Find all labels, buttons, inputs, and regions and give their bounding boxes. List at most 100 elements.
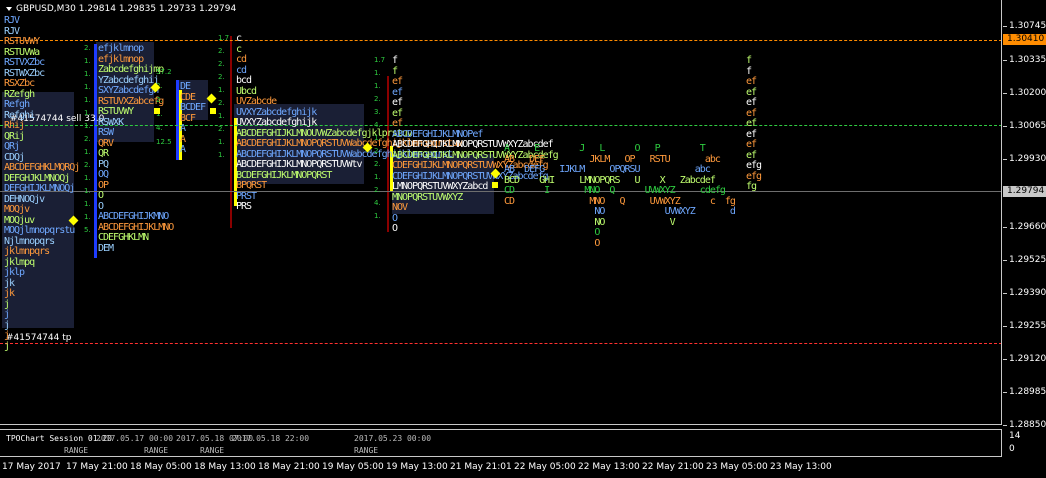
va-marker xyxy=(210,108,216,114)
tpo-count-number: 4. xyxy=(374,121,381,129)
tpo-count-number: 1. xyxy=(218,138,225,146)
tpo-count-number: 1. xyxy=(374,173,381,181)
tpo-row: c xyxy=(236,43,242,55)
tpo-count-number: 1.7 xyxy=(374,56,386,64)
tpo-row: ef xyxy=(746,118,757,129)
tpo-row: jklmnpqrs xyxy=(4,246,50,257)
tpo-row: ABCDEFGHKLMQRQj xyxy=(4,162,80,173)
tpo-count-number: 1. xyxy=(218,112,225,120)
tpo-count-number: 1. xyxy=(218,151,225,159)
tpo-row: j xyxy=(4,340,10,352)
tpo-row: j xyxy=(4,309,10,320)
tpo-row: Rhij xyxy=(4,120,25,131)
tpo-count-number: 1. xyxy=(374,69,381,77)
tpo-count-number: 1. xyxy=(84,122,91,130)
tpo-row: Refgh xyxy=(4,99,30,110)
tpo-row: PQ xyxy=(98,158,109,170)
tpo-count-number: 1.7 xyxy=(218,34,230,42)
price-tick-mark xyxy=(1003,159,1007,160)
time-tick-label: 17 May 21:00 xyxy=(66,462,128,472)
time-axis[interactable]: 17 May 2017 17 May 21:00 18 May 05:00 18 Ma… xyxy=(0,458,1002,478)
tpo-count-number: 1. xyxy=(84,200,91,208)
tpo-row: ef xyxy=(746,76,757,87)
indicator-window[interactable]: TPOChart Session 01.20 2017.05.17 00:00 … xyxy=(0,429,1002,457)
tpo-row: jk xyxy=(4,277,15,289)
tpo-row: ef xyxy=(392,86,403,98)
tpo-count-number: 4. xyxy=(374,199,381,207)
tpo-count-number: 5. xyxy=(84,226,91,234)
time-tick-label: 23 May 05:00 xyxy=(706,462,768,472)
tpo-row: A E J L O P T xyxy=(504,143,706,154)
tpo-count-number: 2. xyxy=(218,60,225,68)
price-tick-mark xyxy=(1003,260,1007,261)
order-level-line[interactable] xyxy=(0,40,1001,41)
tpo-row: DEM xyxy=(98,242,114,254)
tpo-row: CD I MNO Q UVWXYZ cdefg xyxy=(504,185,726,196)
price-tick-label: 1.29390 xyxy=(1009,288,1046,298)
time-tick-label: 22 May 13:00 xyxy=(578,462,640,472)
tpo-count-number: 4. xyxy=(156,124,163,132)
tpo-row: MOQjlmnopqrstu xyxy=(4,225,75,236)
tpo-row: RJV xyxy=(4,15,20,26)
tpo-row: ef xyxy=(392,107,403,119)
time-tick-label: 23 May 13:00 xyxy=(770,462,832,472)
price-tick-label: 1.28985 xyxy=(1009,387,1046,397)
tpo-row: DE xyxy=(180,81,191,92)
indicator-scale: 14 0 xyxy=(1003,429,1046,457)
tpo-count-number: 1. xyxy=(84,187,91,195)
price-tick-mark xyxy=(1003,93,1007,94)
time-tick-label: 17 May 2017 xyxy=(2,462,61,472)
tpo-row: f xyxy=(392,65,398,77)
price-tick-mark xyxy=(1003,126,1007,127)
price-tick-mark xyxy=(1003,392,1007,393)
time-tick-label: 19 May 05:00 xyxy=(322,462,384,472)
indicator-range-label: RANGE xyxy=(200,446,225,455)
tpo-row: NO UVWXYZ d xyxy=(504,206,736,217)
price-tick-mark xyxy=(1003,227,1007,228)
tpo-profile-6: A E J L O P T AB DEF JKLM OP RSTU abc AB D… xyxy=(504,143,736,249)
price-tick-label: 1.30745 xyxy=(1009,21,1046,31)
session-bar xyxy=(230,36,232,228)
time-tick-label: 19 May 13:00 xyxy=(386,462,448,472)
tpo-count-number: 1. xyxy=(84,83,91,91)
time-tick-label: 22 May 21:00 xyxy=(642,462,704,472)
price-tick-label: 1.29660 xyxy=(1009,222,1046,232)
indicator-range-label: RANGE xyxy=(354,446,379,455)
time-tick-label: 18 May 21:00 xyxy=(258,462,320,472)
price-scale[interactable]: 1.30745 1.30335 1.30200 1.30065 1.29930 1.296… xyxy=(1003,0,1046,430)
tpo-row: A xyxy=(180,123,186,134)
tpo-row: f xyxy=(746,55,752,66)
tpo-count-number: 2. xyxy=(156,96,163,104)
price-tick-mark xyxy=(1003,425,1007,426)
tpo-row: AB DEFG IJKLM OPQRSU abc xyxy=(504,164,711,175)
time-tick-label: 18 May 13:00 xyxy=(194,462,256,472)
tpo-row: ef xyxy=(746,97,757,108)
tpo-count-number: 1. xyxy=(84,96,91,104)
tpo-count-number: 2. xyxy=(218,73,225,81)
price-tick-label: 1.29525 xyxy=(1009,255,1046,265)
price-tick-mark xyxy=(1003,326,1007,327)
tpo-row: DEFGHIJKLMNOQj xyxy=(4,183,75,194)
tpo-row: CDEFGHKLMN xyxy=(98,232,149,243)
price-tick-label: 1.29120 xyxy=(1009,354,1046,364)
tpo-row: O xyxy=(504,237,600,249)
tp-level-line[interactable] xyxy=(0,343,1001,344)
tpo-count-number: 1. xyxy=(84,70,91,78)
va-marker xyxy=(154,108,160,114)
tpo-count-number: 1. xyxy=(374,212,381,220)
price-tick-label: 1.30200 xyxy=(1009,88,1046,98)
main-chart[interactable]: #41574744 sell 33.0 #41574744 tp RJV RJV R… xyxy=(0,0,1002,425)
price-tick-mark xyxy=(1003,293,1007,294)
indicator-scale-top: 14 xyxy=(1009,431,1021,441)
tpo-row: A xyxy=(180,144,186,155)
price-tick-label: 1.29255 xyxy=(1009,321,1046,331)
tpo-count-number: 2. xyxy=(84,161,91,169)
indicator-date-label: 2017.05.23 00:00 xyxy=(354,434,432,443)
tpo-count-number: 1. xyxy=(84,148,91,156)
indicator-scale-bottom: 0 xyxy=(1009,444,1015,454)
tpo-profile-1: RJV RJV RSTUVWY RSTUVWa RSTVXZbc RSTWXZbc RSXZ… xyxy=(4,15,80,352)
tpo-row: ef xyxy=(392,118,403,129)
tpo-row: RSXZbc xyxy=(4,78,35,89)
tpo-row: ef xyxy=(392,97,403,108)
tpo-row: RSTVXZbc xyxy=(4,57,45,68)
